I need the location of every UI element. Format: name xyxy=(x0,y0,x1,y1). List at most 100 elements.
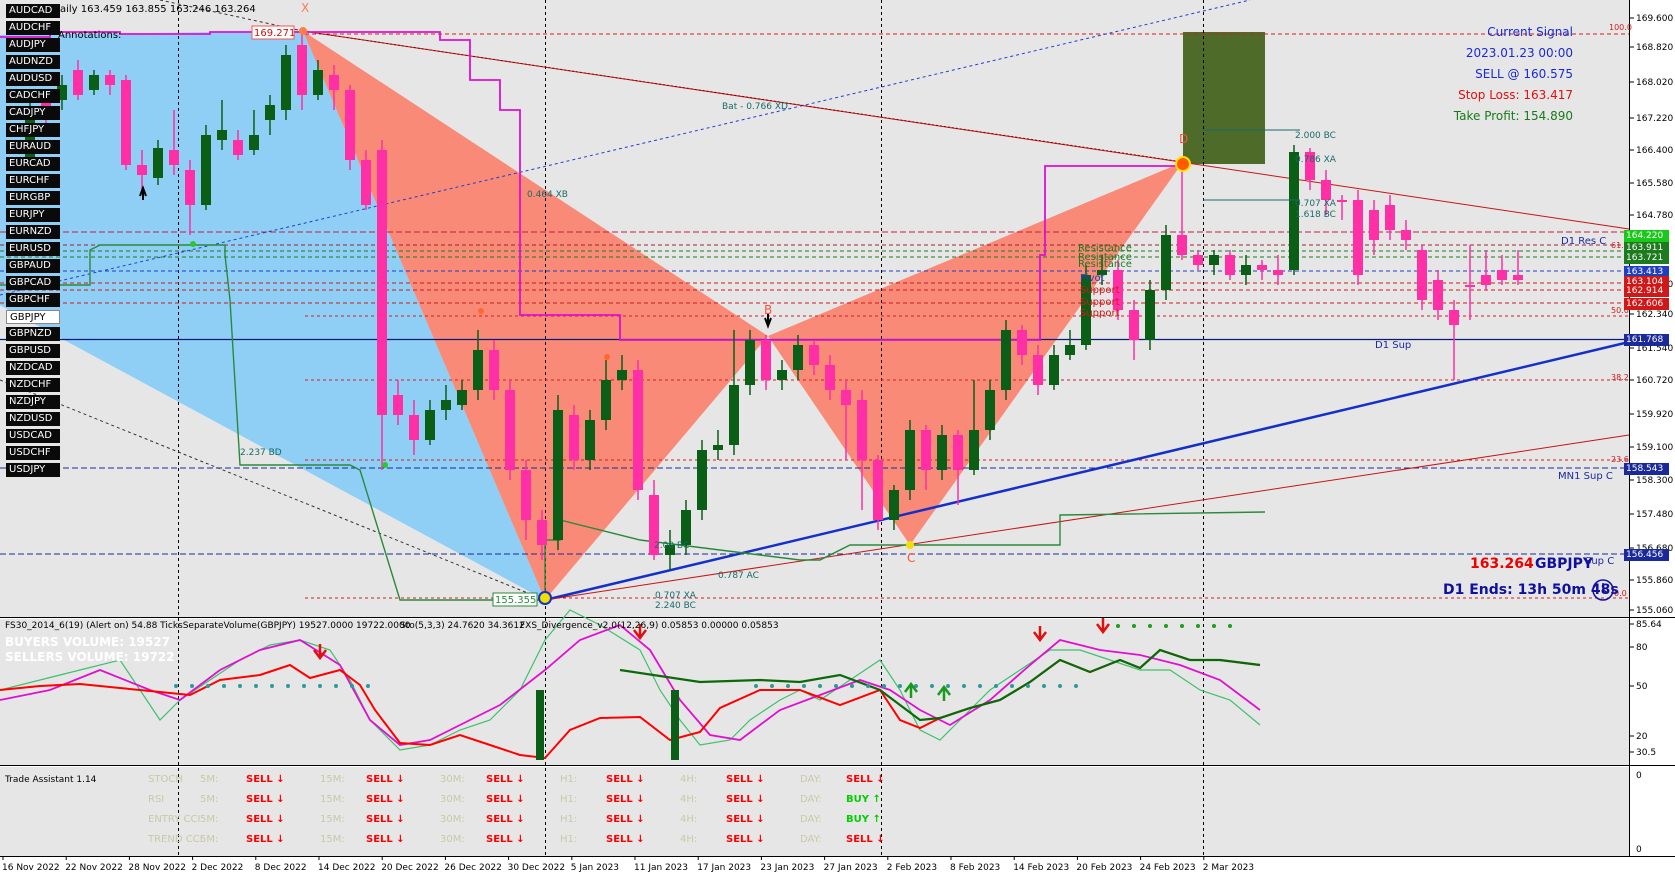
symbol-button[interactable]: EURUSD xyxy=(6,242,60,256)
price-level-tag: 161.768 xyxy=(1624,334,1669,346)
symbol-button[interactable]: CADCHF xyxy=(6,89,60,103)
d-786xa-label: 0.786 XA xyxy=(1295,155,1337,165)
symbol-button[interactable]: EURNZD xyxy=(6,225,60,239)
signal-dot xyxy=(850,684,854,688)
candle-body xyxy=(505,390,515,470)
price-tick-label: 164.780 xyxy=(1636,211,1673,221)
signal-dot xyxy=(994,684,998,688)
signal-dot xyxy=(834,684,838,688)
up-arrow-icon: ↑ xyxy=(868,814,881,825)
symbol-button[interactable]: CADJPY xyxy=(6,106,60,120)
trade-assistant-indicator-name: STOCH xyxy=(148,774,183,785)
pattern-point-x xyxy=(299,27,307,35)
symbol-button[interactable]: USDJPY xyxy=(6,463,60,477)
indicator-pane[interactable] xyxy=(0,619,1629,765)
trade-assistant-signal: SELL ↓ xyxy=(726,794,765,805)
down-arrow-icon: ↓ xyxy=(752,774,765,785)
symbol-button[interactable]: AUDNZD xyxy=(6,55,60,69)
symbol-button[interactable]: USDCAD xyxy=(6,429,60,443)
symbol-button[interactable]: EURGBP xyxy=(6,191,60,205)
symbol-button[interactable]: EURAUD xyxy=(6,140,60,154)
trade-assistant-timeframe: 15M: xyxy=(320,834,345,845)
symbol-button[interactable]: GBPCAD xyxy=(6,276,60,290)
trade-assistant-signal-label: SELL xyxy=(846,774,873,785)
candle-body xyxy=(1465,285,1475,287)
down-arrow-icon: ↓ xyxy=(392,794,405,805)
symbol-button[interactable]: AUDCHF xyxy=(6,21,60,35)
candle-body xyxy=(1193,255,1203,265)
candle-body xyxy=(1433,280,1443,310)
time-tick-label: 8 Feb 2023 xyxy=(950,863,1000,873)
candle-body xyxy=(1369,210,1379,240)
trade-assistant-timeframe: 5M: xyxy=(200,814,219,825)
candle-body xyxy=(617,370,627,380)
signal-dot xyxy=(318,684,322,688)
price-level-tag: 162.914 xyxy=(1624,285,1669,297)
candle-body xyxy=(377,150,387,415)
candle-body xyxy=(153,148,163,178)
candle-body xyxy=(681,510,691,545)
symbol-button[interactable]: NZDJPY xyxy=(6,395,60,409)
candle-body xyxy=(1449,310,1459,325)
price-axis[interactable] xyxy=(1629,0,1675,856)
down-arrow-icon: ↓ xyxy=(872,774,885,785)
time-tick-label: 24 Feb 2023 xyxy=(1140,863,1196,873)
swing-dot xyxy=(382,462,388,468)
pattern-label-b: B xyxy=(764,303,772,317)
trade-assistant-timeframe: H1: xyxy=(560,814,578,825)
symbol-button[interactable]: USDCHF xyxy=(6,446,60,460)
pattern-label-d: D xyxy=(1179,132,1188,146)
trade-assistant-timeframe: DAY: xyxy=(800,814,822,825)
candle-body xyxy=(441,400,451,410)
down-arrow-icon: ↓ xyxy=(392,834,405,845)
time-tick-label: 2 Dec 2022 xyxy=(192,863,244,873)
trade-assistant-signal: BUY ↑ xyxy=(846,794,881,805)
price-tick-label: 169.600 xyxy=(1636,14,1673,24)
signal-dot xyxy=(802,684,806,688)
symbol-button[interactable]: EURJPY xyxy=(6,208,60,222)
candle-body xyxy=(569,415,579,460)
symbol-button[interactable]: NZDCAD xyxy=(6,361,60,375)
trade-assistant-signal-label: SELL xyxy=(606,834,633,845)
symbol-button[interactable]: GBPAUD xyxy=(6,259,60,273)
down-arrow-icon: ↓ xyxy=(632,774,645,785)
symbol-button[interactable]: GBPNZD xyxy=(6,327,60,341)
symbol-button[interactable]: AUDJPY xyxy=(6,38,60,52)
signal-dot xyxy=(1228,624,1232,628)
down-arrow-icon: ↓ xyxy=(512,794,525,805)
symbol-button[interactable]: CHFJPY xyxy=(6,123,60,137)
symbol-button[interactable]: GBPCHF xyxy=(6,293,60,307)
symbol-button[interactable]: EURCAD xyxy=(6,157,60,171)
trading-window: X B C D 169.271 155.355 Bat - 0.766 XD 0… xyxy=(0,0,1675,878)
price-tick-label: 159.100 xyxy=(1636,443,1673,453)
bc-ratio-label-2: 2.00 BC xyxy=(654,541,689,551)
time-tick-label: 22 Nov 2022 xyxy=(65,863,123,873)
trade-assistant-timeframe: H1: xyxy=(560,794,578,805)
trade-assistant-timeframe: 4H: xyxy=(680,814,698,825)
candle-body xyxy=(793,345,803,370)
trade-assistant-timeframe: 4H: xyxy=(680,774,698,785)
symbol-button[interactable]: AUDUSD xyxy=(6,72,60,86)
candle-body xyxy=(985,390,995,430)
trade-assistant-signal-label: SELL xyxy=(246,774,273,785)
divergence-title: FXS_Divergence_v2.0(12,26,9) 0.05853 0.0… xyxy=(520,621,779,631)
candle-body xyxy=(585,420,595,460)
d1-res-label: D1 Res C xyxy=(1561,236,1606,247)
trade-assistant-indicator-name: TREND CCI xyxy=(148,834,203,845)
trade-assistant-signal: SELL ↓ xyxy=(246,814,285,825)
symbol-button[interactable]: EURCHF xyxy=(6,174,60,188)
candle-body xyxy=(1481,275,1491,285)
trade-assistant-timeframe: H1: xyxy=(560,774,578,785)
symbol-button[interactable]: GBPJPY xyxy=(6,310,60,324)
symbol-button[interactable]: GBPUSD xyxy=(6,344,60,358)
signal-dot xyxy=(1180,624,1184,628)
symbol-button[interactable]: AUDCAD xyxy=(6,4,60,18)
candle-body xyxy=(777,370,787,380)
symbol-button[interactable]: NZDUSD xyxy=(6,412,60,426)
trade-assistant-signal-label: SELL xyxy=(366,834,393,845)
candle-body xyxy=(1065,345,1075,355)
bd-ratio-label: 2.237 BD xyxy=(240,448,282,458)
symbol-button[interactable]: NZDCHF xyxy=(6,378,60,392)
down-arrow-icon: ↓ xyxy=(752,834,765,845)
signal-dot xyxy=(898,684,902,688)
